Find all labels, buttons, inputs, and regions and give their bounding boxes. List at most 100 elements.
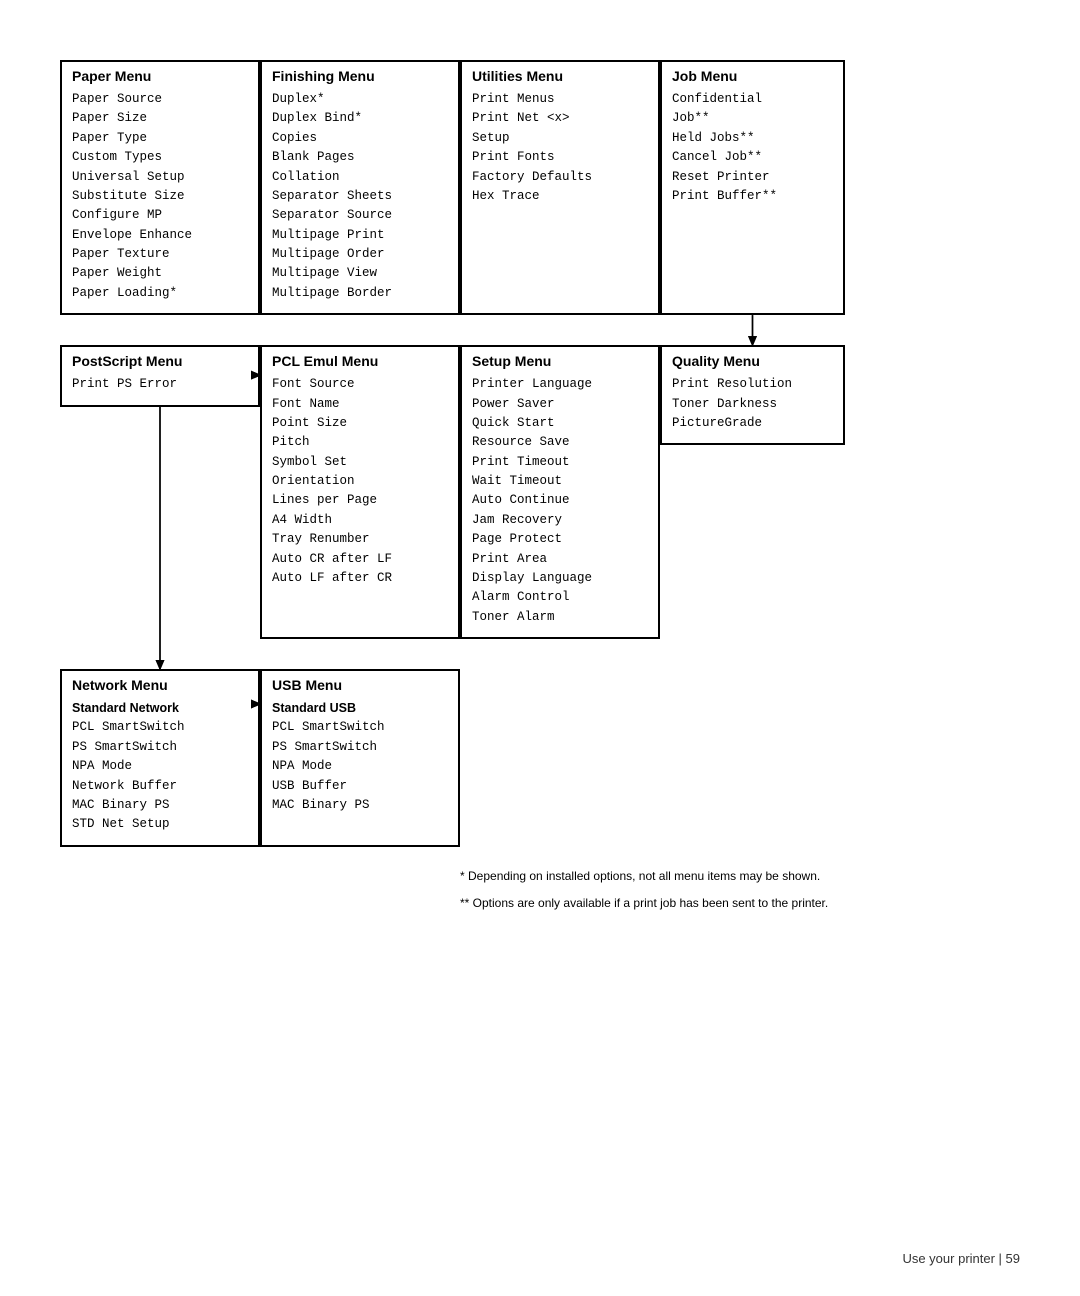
quality-menu-box: Quality Menu Print Resolution Toner Dark… <box>660 345 845 445</box>
list-item: Toner Darkness <box>672 395 833 414</box>
list-item: PS SmartSwitch <box>72 738 248 757</box>
list-item: Standard Network <box>72 699 248 718</box>
list-item: Print Area <box>472 550 648 569</box>
list-item: Multipage Border <box>272 284 448 303</box>
finishing-menu-title: Finishing Menu <box>272 68 448 84</box>
list-item: Alarm Control <box>472 588 648 607</box>
paper-menu-title: Paper Menu <box>72 68 248 84</box>
postscript-menu-list: Print PS Error <box>72 375 248 394</box>
footnotes: * Depending on installed options, not al… <box>460 867 1020 913</box>
utilities-menu-box: Utilities Menu Print Menus Print Net <x>… <box>460 60 660 315</box>
list-item: Collation <box>272 168 448 187</box>
list-item: Confidential <box>672 90 833 109</box>
list-item: Print Buffer** <box>672 187 833 206</box>
list-item: Print Fonts <box>472 148 648 167</box>
list-item: Held Jobs** <box>672 129 833 148</box>
list-item: PictureGrade <box>672 414 833 433</box>
list-item: Multipage Order <box>272 245 448 264</box>
list-item: Font Source <box>272 375 448 394</box>
list-item: Print Net <x> <box>472 109 648 128</box>
list-item: Print Resolution <box>672 375 833 394</box>
list-item: NPA Mode <box>72 757 248 776</box>
utilities-menu-list: Print Menus Print Net <x> Setup Print Fo… <box>472 90 648 206</box>
list-item: USB Buffer <box>272 777 448 796</box>
footnote-2: ** Options are only available if a print… <box>460 894 1020 913</box>
list-item: Quick Start <box>472 414 648 433</box>
paper-menu-list: Paper Source Paper Size Paper Type Custo… <box>72 90 248 303</box>
list-item: Multipage Print <box>272 226 448 245</box>
utilities-menu-title: Utilities Menu <box>472 68 648 84</box>
list-item: Auto LF after CR <box>272 569 448 588</box>
list-item: Tray Renumber <box>272 530 448 549</box>
list-item: Reset Printer <box>672 168 833 187</box>
empty-col4 <box>660 669 845 847</box>
network-menu-box: Network Menu Standard Network PCL SmartS… <box>60 669 260 847</box>
list-item: Jam Recovery <box>472 511 648 530</box>
list-item: MAC Binary PS <box>72 796 248 815</box>
list-item: Font Name <box>272 395 448 414</box>
finishing-menu-box: Finishing Menu Duplex* Duplex Bind* Copi… <box>260 60 460 315</box>
list-item: Printer Language <box>472 375 648 394</box>
list-item: Paper Type <box>72 129 248 148</box>
list-item: Configure MP <box>72 206 248 225</box>
list-item: Toner Alarm <box>472 608 648 627</box>
list-item: Paper Source <box>72 90 248 109</box>
list-item: Custom Types <box>72 148 248 167</box>
list-item: Separator Sheets <box>272 187 448 206</box>
list-item: Cancel Job** <box>672 148 833 167</box>
list-item: Print Timeout <box>472 453 648 472</box>
list-item: Job** <box>672 109 833 128</box>
list-item: Display Language <box>472 569 648 588</box>
list-item: Auto Continue <box>472 491 648 510</box>
list-item: MAC Binary PS <box>272 796 448 815</box>
list-item: Power Saver <box>472 395 648 414</box>
list-item: NPA Mode <box>272 757 448 776</box>
list-item: Paper Size <box>72 109 248 128</box>
network-menu-title: Network Menu <box>72 677 248 693</box>
list-item: Page Protect <box>472 530 648 549</box>
page-footer: Use your printer | 59 <box>902 1251 1020 1266</box>
job-menu-list: Confidential Job** Held Jobs** Cancel Jo… <box>672 90 833 206</box>
usb-menu-title: USB Menu <box>272 677 448 693</box>
pcl-emul-menu-list: Font Source Font Name Point Size Pitch S… <box>272 375 448 588</box>
list-item: Universal Setup <box>72 168 248 187</box>
footnote-1: * Depending on installed options, not al… <box>460 867 1020 886</box>
list-item: Substitute Size <box>72 187 248 206</box>
list-item: Network Buffer <box>72 777 248 796</box>
list-item: PS SmartSwitch <box>272 738 448 757</box>
job-menu-box: Job Menu Confidential Job** Held Jobs** … <box>660 60 845 315</box>
list-item: Lines per Page <box>272 491 448 510</box>
list-item: STD Net Setup <box>72 815 248 834</box>
quality-menu-title: Quality Menu <box>672 353 833 369</box>
usb-menu-list: Standard USB PCL SmartSwitch PS SmartSwi… <box>272 699 448 815</box>
list-item: Copies <box>272 129 448 148</box>
list-item: Resource Save <box>472 433 648 452</box>
list-item: Wait Timeout <box>472 472 648 491</box>
list-item: Setup <box>472 129 648 148</box>
list-item: Multipage View <box>272 264 448 283</box>
paper-menu-box: Paper Menu Paper Source Paper Size Paper… <box>60 60 260 315</box>
list-item: Paper Loading* <box>72 284 248 303</box>
list-item: Duplex Bind* <box>272 109 448 128</box>
usb-menu-box: USB Menu Standard USB PCL SmartSwitch PS… <box>260 669 460 847</box>
postscript-menu-box: PostScript Menu Print PS Error <box>60 345 260 406</box>
list-item: A4 Width <box>272 511 448 530</box>
list-item: Envelope Enhance <box>72 226 248 245</box>
list-item: Factory Defaults <box>472 168 648 187</box>
setup-menu-title: Setup Menu <box>472 353 648 369</box>
list-item: Paper Texture <box>72 245 248 264</box>
setup-menu-box: Setup Menu Printer Language Power Saver … <box>460 345 660 639</box>
list-item: Print PS Error <box>72 375 248 394</box>
empty-col3 <box>460 669 660 847</box>
list-item: Separator Source <box>272 206 448 225</box>
footer-text: Use your printer | 59 <box>902 1251 1020 1266</box>
list-item: Blank Pages <box>272 148 448 167</box>
network-menu-list: Standard Network PCL SmartSwitch PS Smar… <box>72 699 248 835</box>
pcl-emul-menu-box: PCL Emul Menu Font Source Font Name Poin… <box>260 345 460 639</box>
list-item: Orientation <box>272 472 448 491</box>
setup-menu-list: Printer Language Power Saver Quick Start… <box>472 375 648 627</box>
job-menu-title: Job Menu <box>672 68 833 84</box>
list-item: Print Menus <box>472 90 648 109</box>
list-item: Pitch <box>272 433 448 452</box>
list-item: Point Size <box>272 414 448 433</box>
